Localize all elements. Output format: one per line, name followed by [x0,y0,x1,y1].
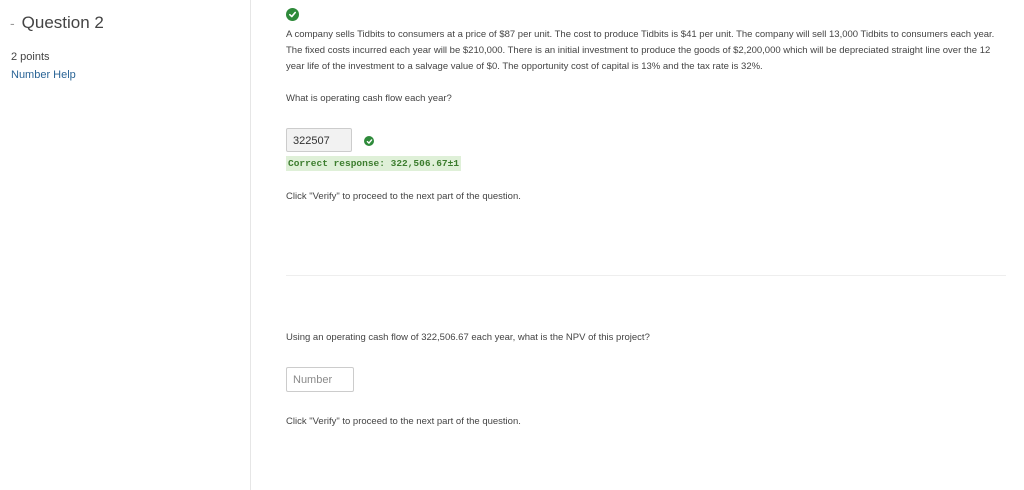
collapse-icon[interactable]: - [10,13,15,33]
part1-answer-field: 322507 [286,128,352,152]
problem-statement: A company sells Tidbits to consumers at … [286,29,995,72]
part1-prompt: What is operating cash flow each year? [286,93,452,104]
points-label: 2 points [11,51,50,63]
question-page: - Question 2 2 points Number Help A comp… [0,0,1024,490]
question-title: Question 2 [21,13,104,32]
npv-answer-input[interactable] [286,367,354,392]
answer-correct-icon [364,136,374,146]
correct-response-badge: Correct response: 322,506.67±1 [286,156,462,171]
part2-prompt: Using an operating cash flow of 322,506.… [286,332,650,343]
question-sidebar: - Question 2 2 points Number Help [0,0,251,490]
part-divider [286,275,1006,276]
part1-verify-instruction: Click "Verify" to proceed to the next pa… [286,191,521,202]
number-help-link[interactable]: Number Help [11,69,76,81]
part2-verify-instruction: Click "Verify" to proceed to the next pa… [286,416,521,427]
check-circle-icon [286,8,299,21]
question-header[interactable]: - Question 2 [10,12,104,34]
